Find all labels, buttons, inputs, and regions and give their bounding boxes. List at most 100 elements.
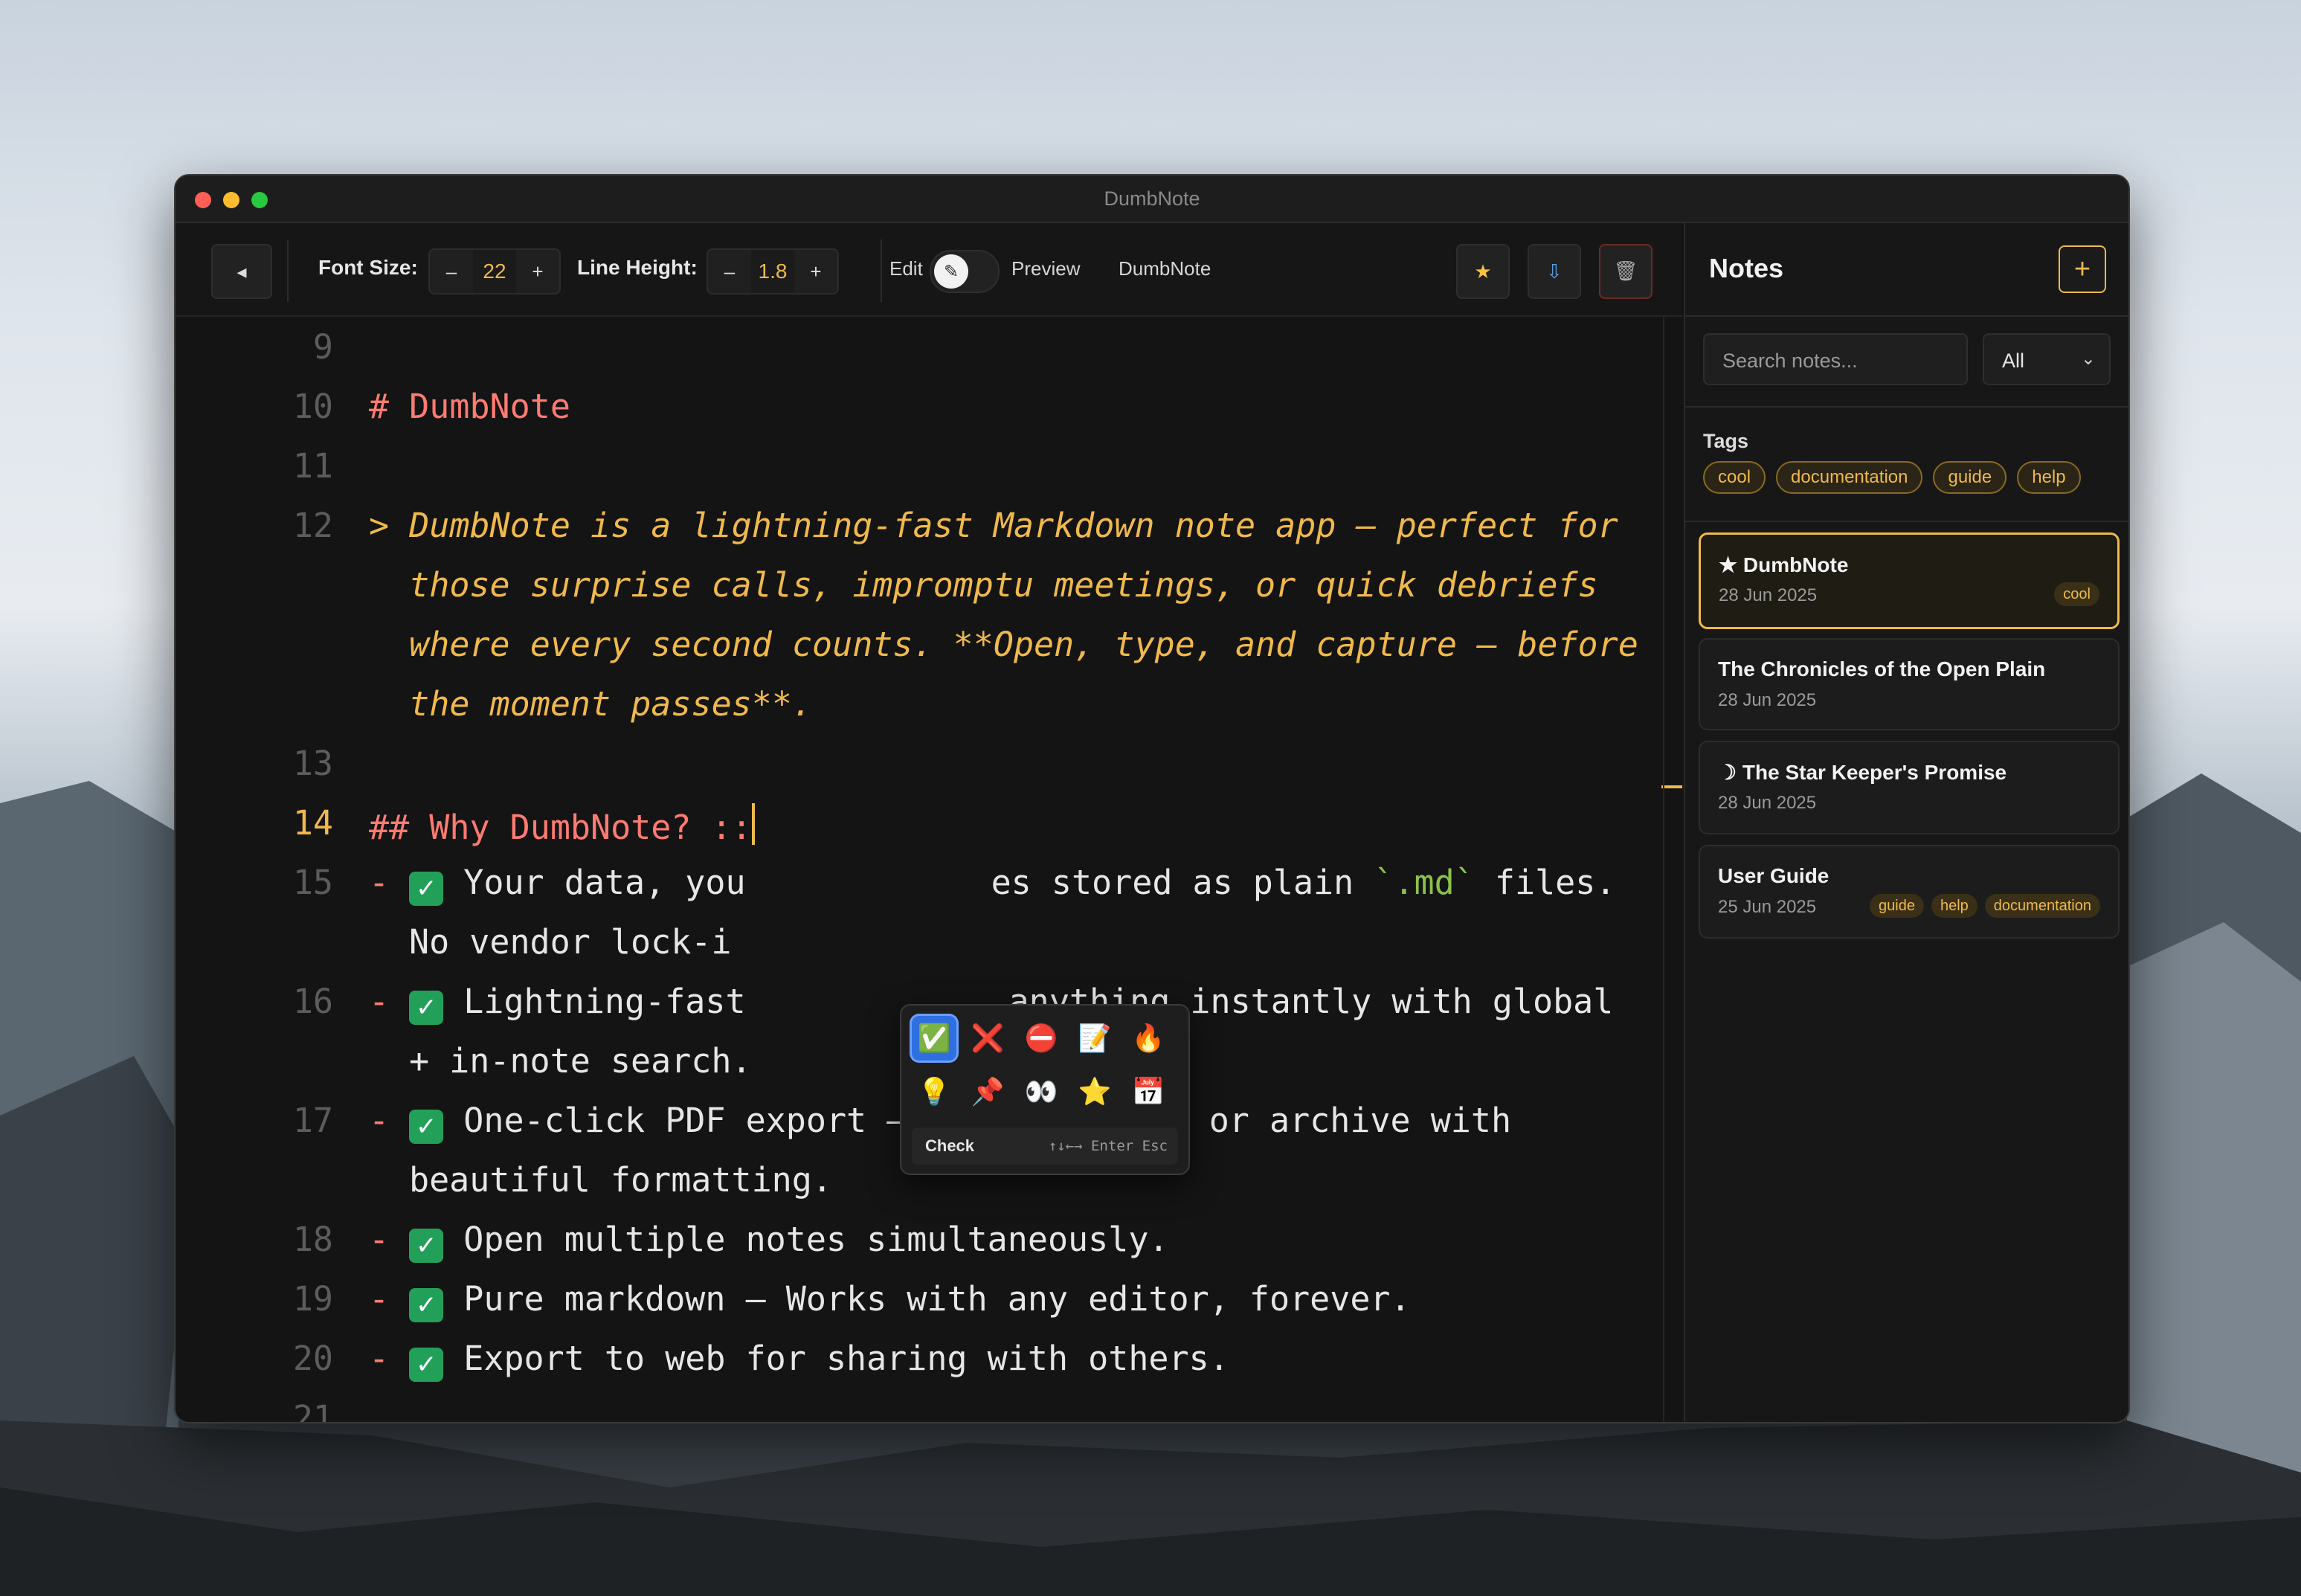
note-date: 28 Jun 2025 <box>1718 690 1817 710</box>
edit-mode-label[interactable]: Edit <box>889 257 923 280</box>
font-size-label: Font Size: <box>318 256 418 279</box>
line-number: 16 <box>292 982 333 1021</box>
note-card-user-guide[interactable]: User Guide 25 Jun 2025 guide help docume… <box>1699 845 2120 939</box>
list-dash: - <box>369 1220 390 1259</box>
check-emoji-icon: ✓ <box>409 991 444 1025</box>
emoji-eyes-option[interactable]: 👀 <box>1019 1069 1063 1114</box>
line-number: 18 <box>292 1220 333 1259</box>
window-title: DumbNote <box>1104 187 1200 210</box>
favorite-button[interactable]: ★ <box>1456 244 1510 299</box>
tag-help[interactable]: help <box>2017 461 2081 494</box>
notes-sidebar: Notes + Search notes... All ⌄ Tags cool … <box>1684 223 2128 1422</box>
list-item: - ✓ Your data, you es stored as plain `.m… <box>369 863 1615 906</box>
divider <box>1685 315 2128 317</box>
list-text: Lightning-fast <box>443 982 746 1021</box>
note-filter-select[interactable]: All ⌄ <box>1983 333 2111 385</box>
line-number: 12 <box>292 506 333 545</box>
list-text: Pure markdown – Works with any editor, f… <box>443 1279 1411 1319</box>
subheading-text: ## Why DumbNote? :: <box>369 808 752 847</box>
note-title: User Guide <box>1718 864 1829 887</box>
line-height-value: 1.8 <box>758 260 788 283</box>
emoji-picker: ✅ ❌ ⛔ 📝 🔥 💡 📌 👀 ⭐ 📅 Check ↑↓←→ Enter Esc <box>900 1004 1190 1175</box>
blockquote-line: > DumbNote is a lightning-fast Markdown … <box>369 506 1618 545</box>
editor-gutter-edge <box>1663 317 1664 1422</box>
emoji-picker-footer: Check ↑↓←→ Enter Esc <box>912 1127 1178 1165</box>
app-window: DumbNote ◂ Font Size: – 22 + Line Height… <box>174 174 2130 1423</box>
line-height-label: Line Height: <box>577 256 698 279</box>
export-button[interactable]: ⇩ <box>1528 244 1581 299</box>
line-number: 15 <box>292 863 333 902</box>
emoji-memo-option[interactable]: 📝 <box>1072 1016 1117 1061</box>
list-text: Export to web for sharing with others. <box>443 1339 1229 1378</box>
blockquote-line: those surprise calls, impromptu meetings… <box>369 565 1598 605</box>
note-title: ★ DumbNote <box>1719 553 1849 576</box>
note-tag: help <box>1931 894 1977 918</box>
divider <box>287 239 289 302</box>
emoji-star-option[interactable]: ⭐ <box>1072 1069 1117 1114</box>
keyboard-hint: ↑↓←→ Enter Esc <box>1048 1138 1168 1154</box>
search-input[interactable]: Search notes... <box>1703 333 1968 385</box>
star-icon: ★ <box>1474 260 1492 283</box>
line-height-increase-button[interactable]: + <box>794 250 837 293</box>
note-card-chronicles[interactable]: The Chronicles of the Open Plain 28 Jun … <box>1699 638 2120 730</box>
subheading-line: ## Why DumbNote? :: <box>369 803 755 847</box>
note-tag: cool <box>2054 582 2099 606</box>
note-tags: guide help documentation <box>1870 894 2100 918</box>
note-card-dumbnote[interactable]: ★ DumbNote 28 Jun 2025 cool <box>1699 532 2120 629</box>
font-size-value: 22 <box>483 260 506 283</box>
list-text: Open multiple notes simultaneously. <box>443 1220 1169 1259</box>
list-item: - ✓ Export to web for sharing with other… <box>369 1339 1229 1382</box>
divider <box>1685 521 2128 522</box>
sidebar-title: Notes <box>1709 253 1784 283</box>
plus-icon: + <box>2073 253 2091 285</box>
title-bar: DumbNote <box>176 176 2128 223</box>
toolbar: ◂ Font Size: – 22 + Line Height: – 1.8 +… <box>176 223 1682 317</box>
list-dash: - <box>369 1279 390 1319</box>
inline-code: `.md` <box>1374 863 1475 902</box>
collapse-sidebar-button[interactable]: ◂ <box>211 244 272 299</box>
chevron-left-icon: ◂ <box>236 260 247 283</box>
emoji-fire-option[interactable]: 🔥 <box>1126 1016 1171 1061</box>
emoji-bulb-option[interactable]: 💡 <box>912 1069 956 1114</box>
tag-guide[interactable]: guide <box>1933 461 2007 494</box>
note-card-star-keeper[interactable]: ☽ The Star Keeper's Promise 28 Jun 2025 <box>1699 741 2120 834</box>
note-title: ☽ The Star Keeper's Promise <box>1718 761 2007 784</box>
pencil-icon: ✎ <box>934 254 968 289</box>
selected-emoji-name: Check <box>925 1136 975 1155</box>
tag-documentation[interactable]: documentation <box>1776 461 1923 494</box>
edit-preview-toggle[interactable]: ✎ <box>930 250 1000 293</box>
emoji-no-entry-option[interactable]: ⛔ <box>1019 1016 1063 1061</box>
text-cursor <box>751 803 755 845</box>
font-size-decrease-button[interactable]: – <box>430 250 473 293</box>
font-size-stepper: – 22 + <box>428 248 561 295</box>
emoji-pin-option[interactable]: 📌 <box>965 1069 1010 1114</box>
line-number: 9 <box>312 327 333 367</box>
emoji-cross-option[interactable]: ❌ <box>965 1016 1010 1061</box>
line-number: 19 <box>292 1279 333 1319</box>
note-title: The Chronicles of the Open Plain <box>1718 657 2046 680</box>
markdown-editor[interactable]: 9 10 11 12 13 14 15 16 17 18 19 20 21 # … <box>176 317 1682 1422</box>
tag-cool[interactable]: cool <box>1703 461 1766 494</box>
list-dash: - <box>369 863 390 902</box>
download-icon: ⇩ <box>1546 260 1563 283</box>
emoji-calendar-option[interactable]: 📅 <box>1126 1069 1171 1114</box>
list-item-wrap: beautiful formatting. <box>409 1160 832 1200</box>
line-height-decrease-button[interactable]: – <box>708 250 751 293</box>
line-height-stepper: – 1.8 + <box>707 248 839 295</box>
add-note-button[interactable]: + <box>2059 245 2106 293</box>
preview-mode-label[interactable]: Preview <box>1011 257 1080 280</box>
divider <box>1685 406 2128 408</box>
list-item-wrap: + in-note search. <box>409 1041 752 1081</box>
list-item: - ✓ Open multiple notes simultaneously. <box>369 1220 1169 1263</box>
heading-line: # DumbNote <box>369 387 570 426</box>
font-size-increase-button[interactable]: + <box>516 250 559 293</box>
blockquote-line: where every second counts. **Open, type,… <box>369 625 1638 664</box>
delete-note-button[interactable]: 🗑 <box>1599 244 1652 299</box>
note-date: 28 Jun 2025 <box>1718 793 1817 813</box>
filter-value: All <box>2002 350 2025 372</box>
divider <box>881 239 882 302</box>
scrollbar-marker[interactable] <box>1661 785 1682 788</box>
note-tag: guide <box>1870 894 1924 918</box>
emoji-check-option[interactable]: ✅ <box>912 1016 956 1061</box>
line-number: 11 <box>292 446 333 486</box>
